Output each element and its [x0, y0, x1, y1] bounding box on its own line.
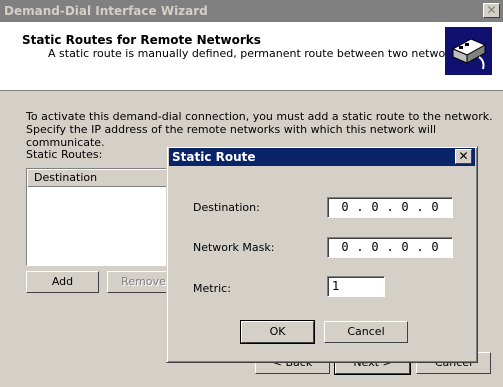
network-mask-label: Network Mask:	[193, 241, 275, 254]
wizard-title: Demand-Dial Interface Wizard	[4, 4, 208, 18]
mask-octet-4[interactable]: 0	[426, 240, 444, 254]
close-icon: ✕	[458, 149, 469, 163]
column-header-destination[interactable]: Destination	[28, 170, 185, 187]
octet-separator: .	[386, 240, 394, 254]
add-button[interactable]: Add	[26, 271, 99, 293]
octet-separator: .	[356, 240, 364, 254]
destination-ip-field[interactable]: 0 . 0 . 0 . 0	[327, 197, 453, 218]
destination-octet-1[interactable]: 0	[336, 200, 354, 214]
destination-label: Destination:	[193, 201, 260, 214]
remove-button-label: Remove	[121, 275, 166, 288]
mask-octet-2[interactable]: 0	[366, 240, 384, 254]
wizard-close-button[interactable]: ✕	[483, 3, 500, 18]
octet-separator: .	[356, 200, 364, 214]
add-button-label: Add	[51, 275, 74, 288]
static-routes-label-text: Static Routes:	[26, 148, 103, 161]
mask-octet-1[interactable]: 0	[336, 240, 354, 254]
ok-button[interactable]: OK	[240, 320, 315, 344]
mask-octet-3[interactable]: 0	[396, 240, 414, 254]
page-subtitle: A static route is manually defined, perm…	[48, 47, 466, 60]
destination-octet-4[interactable]: 0	[426, 200, 444, 214]
metric-label: Metric:	[193, 282, 231, 295]
static-routes-label: Static Routes:	[26, 148, 102, 161]
dialog-title: Static Route	[172, 150, 256, 164]
octet-separator: .	[416, 240, 424, 254]
dialog-cancel-label: Cancel	[347, 325, 385, 338]
destination-octet-3[interactable]: 0	[396, 200, 414, 214]
octet-separator: .	[386, 200, 394, 214]
static-routes-list[interactable]: Destination	[26, 168, 186, 266]
network-route-icon	[445, 27, 492, 75]
wizard-title-bar: Demand-Dial Interface Wizard ✕	[0, 0, 503, 22]
dialog-close-button[interactable]: ✕	[455, 149, 472, 164]
instructions-text: To activate this demand-dial connection,…	[26, 110, 493, 149]
metric-input[interactable]: 1	[327, 276, 385, 297]
dialog-cancel-button[interactable]: Cancel	[324, 321, 408, 343]
page-title: Static Routes for Remote Networks	[22, 33, 261, 47]
destination-octet-2[interactable]: 0	[366, 200, 384, 214]
ok-button-label: OK	[269, 325, 286, 338]
network-mask-ip-field[interactable]: 0 . 0 . 0 . 0	[327, 237, 453, 258]
dialog-title-bar: Static Route	[169, 148, 475, 166]
octet-separator: .	[416, 200, 424, 214]
close-icon: ✕	[486, 3, 497, 17]
